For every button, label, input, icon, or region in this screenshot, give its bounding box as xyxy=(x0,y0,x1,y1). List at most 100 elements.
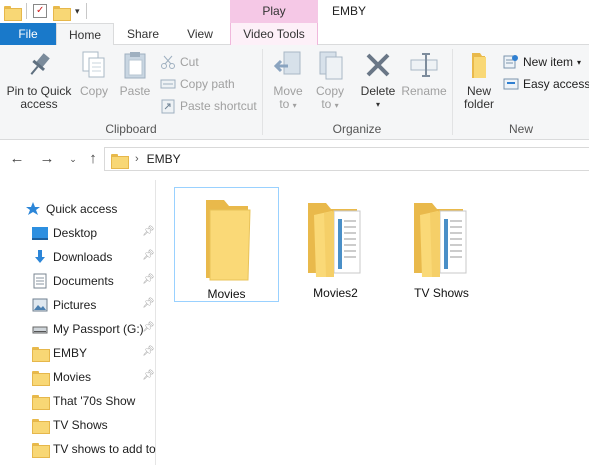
nav-item-my-passport[interactable]: My Passport (G:) 📌︎ xyxy=(0,317,156,341)
paste-icon xyxy=(119,49,151,81)
drive-icon xyxy=(32,321,48,337)
file-list: Movies Movies2 TV Shows xyxy=(157,180,589,465)
nav-item-that-70s-show[interactable]: That '70s Show xyxy=(0,389,156,413)
delete-button[interactable]: Delete ▾ xyxy=(359,49,397,111)
rename-label: Rename xyxy=(401,84,447,98)
recent-locations-icon[interactable]: ⌄ xyxy=(64,150,82,168)
clipboard-group: Pin to Quick access Copy Paste Cut Copy … xyxy=(0,45,262,140)
folder-icon xyxy=(32,345,50,362)
address-bar[interactable]: › EMBY xyxy=(104,147,589,171)
nav-item-movies[interactable]: Movies 📌︎ xyxy=(0,365,156,389)
back-arrow-icon[interactable]: ← xyxy=(8,150,26,168)
nav-item-label: Desktop xyxy=(53,226,98,240)
paste-label: Paste xyxy=(119,84,151,98)
paste-shortcut-icon xyxy=(160,98,176,114)
copy-path-icon xyxy=(160,76,176,92)
tab-video-tools[interactable]: Video Tools xyxy=(230,23,318,45)
divider xyxy=(26,3,27,19)
documents-icon xyxy=(32,273,48,289)
paste-button[interactable]: Paste xyxy=(116,49,154,98)
move-to-button[interactable]: Move to ▾ xyxy=(269,49,307,112)
star-icon xyxy=(25,201,41,217)
organize-group-label: Organize xyxy=(332,122,382,136)
nav-item-label: EMBY xyxy=(53,346,88,360)
copy-button[interactable]: Copy xyxy=(76,49,112,98)
nav-quick-access[interactable]: Quick access xyxy=(0,197,156,221)
delete-icon xyxy=(362,49,394,81)
ribbon: Pin to Quick access Copy Paste Cut Copy … xyxy=(0,45,589,140)
file-name: Movies xyxy=(207,287,246,301)
forward-arrow-icon[interactable]: → xyxy=(38,150,56,168)
copy-path-button[interactable]: Copy path xyxy=(160,74,235,94)
paste-shortcut-button[interactable]: Paste shortcut xyxy=(160,96,257,116)
folder-icon xyxy=(111,152,129,169)
new-folder-label-line2: folder xyxy=(463,97,495,111)
folder-icon xyxy=(32,441,50,458)
nav-item-label: Pictures xyxy=(53,298,97,312)
nav-item-label: Movies xyxy=(53,370,92,384)
pin-icon xyxy=(23,49,55,81)
folder-icon xyxy=(4,4,22,21)
rename-icon xyxy=(408,49,440,81)
delete-label: Delete xyxy=(360,84,396,98)
nav-item-downloads[interactable]: Downloads 📌︎ xyxy=(0,245,156,269)
downloads-icon xyxy=(32,249,48,265)
folder-item-movies2[interactable]: Movies2 xyxy=(283,187,388,302)
pin-icon[interactable]: 📌︎ xyxy=(142,370,155,382)
tab-file[interactable]: File xyxy=(0,23,56,45)
folder-icon xyxy=(32,417,50,434)
nav-item-label: Downloads xyxy=(53,250,113,264)
pin-icon[interactable]: 📌︎ xyxy=(142,346,155,358)
nav-item-label: Documents xyxy=(53,274,114,288)
pin-icon[interactable]: 📌︎ xyxy=(142,322,155,334)
new-item-button[interactable]: New item ▾ xyxy=(503,52,581,72)
pin-icon[interactable]: 📌︎ xyxy=(142,250,155,262)
nav-item-desktop[interactable]: Desktop 📌︎ xyxy=(0,221,156,245)
nav-item-tv-shows[interactable]: TV Shows xyxy=(0,413,156,437)
new-group-label: New xyxy=(508,122,533,136)
copy-to-button[interactable]: Copy to ▾ xyxy=(311,49,349,112)
copy-icon xyxy=(78,49,110,81)
folder-item-tv-shows[interactable]: TV Shows xyxy=(389,187,494,302)
folder-with-contents-icon xyxy=(414,203,467,277)
tab-home[interactable]: Home xyxy=(56,23,114,46)
pin-icon[interactable]: 📌︎ xyxy=(142,274,155,286)
new-folder-button[interactable]: New folder xyxy=(459,49,499,111)
folder-item-movies[interactable]: Movies xyxy=(174,187,279,302)
pin-icon[interactable]: 📌︎ xyxy=(142,298,155,310)
folder-with-contents-icon xyxy=(308,203,361,277)
rename-button[interactable]: Rename xyxy=(401,49,447,98)
move-to-icon xyxy=(272,49,304,81)
tab-view[interactable]: View xyxy=(172,23,228,45)
easy-access-button[interactable]: Easy access ▾ xyxy=(503,74,589,94)
pin-to-quick-access-button[interactable]: Pin to Quick access xyxy=(4,49,74,111)
nav-item-emby[interactable]: EMBY 📌︎ xyxy=(0,341,156,365)
new-folder-icon[interactable] xyxy=(53,4,71,21)
copy-path-label: Copy path xyxy=(180,77,235,91)
nav-quick-access-label: Quick access xyxy=(46,202,118,216)
organize-group: Move to ▾ Copy to ▾ Delete ▾ Rename Orga… xyxy=(263,45,451,140)
move-to-label-line2: to ▾ xyxy=(279,97,297,111)
scissors-icon xyxy=(160,54,176,70)
window-title: EMBY xyxy=(332,4,367,18)
pictures-icon xyxy=(32,297,48,313)
pin-icon[interactable]: 📌︎ xyxy=(142,226,155,238)
cut-button[interactable]: Cut xyxy=(160,52,199,72)
quick-access-toolbar: ✓ ▾ xyxy=(4,3,87,21)
file-name: Movies2 xyxy=(313,286,358,300)
chevron-down-icon: ▾ xyxy=(577,57,582,67)
copy-to-label-line2: to ▾ xyxy=(321,97,339,111)
tab-share[interactable]: Share xyxy=(116,23,170,45)
title-bar: ✓ ▾ Play EMBY xyxy=(0,0,589,23)
folder-icon xyxy=(206,200,251,281)
nav-item-label: TV Shows xyxy=(53,418,108,432)
breadcrumb-item[interactable]: EMBY xyxy=(147,152,181,166)
nav-item-documents[interactable]: Documents 📌︎ xyxy=(0,269,156,293)
properties-icon[interactable]: ✓ xyxy=(33,4,47,18)
nav-item-pictures[interactable]: Pictures 📌︎ xyxy=(0,293,156,317)
new-group: New folder New item ▾ Easy access ▾ New xyxy=(453,45,589,140)
up-arrow-icon[interactable]: ↑ xyxy=(84,150,102,168)
new-item-icon xyxy=(503,54,519,70)
customize-toolbar-icon[interactable]: ▾ xyxy=(75,6,80,17)
nav-item-tv-shows-to-add[interactable]: TV shows to add to xyxy=(0,437,156,461)
